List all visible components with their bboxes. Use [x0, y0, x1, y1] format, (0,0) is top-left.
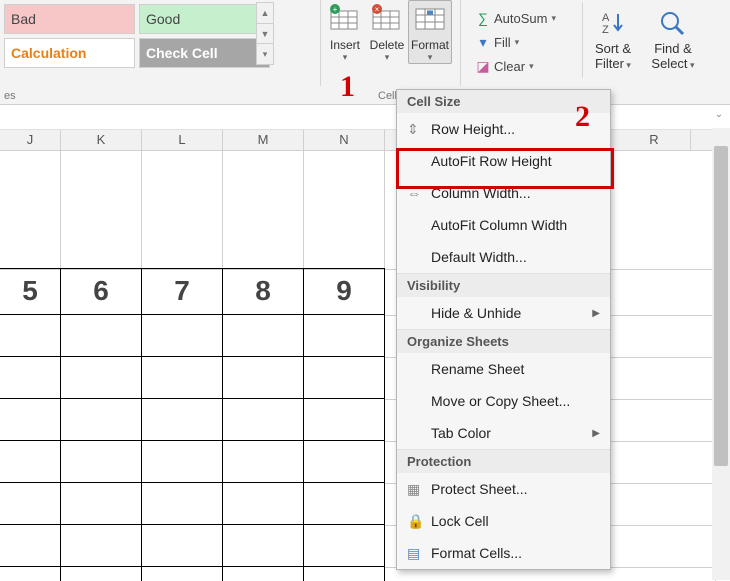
menu-lock-cell[interactable]: 🔒 Lock Cell	[397, 505, 610, 537]
insert-cells-icon: +	[328, 4, 362, 34]
sort-az-icon: A Z	[596, 8, 630, 38]
delete-cells-icon: ×	[370, 4, 404, 34]
menu-hide-unhide[interactable]: Hide & Unhide ▶	[397, 297, 610, 329]
grid-row	[0, 357, 730, 399]
format-menu: Cell Size ⇕ Row Height... AutoFit Row He…	[396, 89, 611, 570]
submenu-arrow-icon: ▶	[592, 308, 600, 319]
data-row: 5 6 7 8 9	[0, 269, 730, 315]
cell[interactable]: 6	[60, 268, 142, 315]
insert-button[interactable]: + Insert ▾	[324, 0, 366, 64]
sigma-icon: ∑	[472, 10, 494, 26]
chevron-down-icon: ▾	[529, 61, 534, 72]
format-button[interactable]: Format ▾	[408, 0, 452, 64]
column-width-icon: ⇔	[407, 185, 431, 201]
grid-row	[0, 315, 730, 357]
clear-button[interactable]: ◪ Clear ▾	[472, 54, 582, 78]
fill-label: Fill	[494, 35, 511, 50]
svg-text:Z: Z	[602, 24, 609, 36]
col-header-M[interactable]: M	[223, 130, 304, 150]
cell[interactable]: 9	[303, 268, 385, 315]
editing-group: ∑ AutoSum ▾ ▾ Fill ▾ ◪ Clear ▾ A Z Sort …	[472, 2, 724, 78]
col-header-J[interactable]: J	[0, 130, 61, 150]
fill-button[interactable]: ▾ Fill ▾	[472, 30, 582, 54]
format-cells-icon	[413, 4, 447, 34]
column-header-row: J K L M N R	[0, 130, 730, 151]
grid-row	[0, 567, 730, 581]
style-check-cell[interactable]: Check Cell	[139, 38, 270, 68]
chevron-down-icon: ▾	[624, 60, 631, 70]
menu-autofit-column-width[interactable]: AutoFit Column Width	[397, 209, 610, 241]
insert-label: Insert	[324, 38, 366, 52]
expand-formula-bar-icon[interactable]: ⌄	[710, 109, 728, 125]
submenu-arrow-icon: ▶	[592, 428, 600, 439]
menu-default-width[interactable]: Default Width...	[397, 241, 610, 273]
find-select-button[interactable]: Find & Select ▾	[643, 2, 703, 78]
lock-icon: 🔒	[407, 513, 431, 530]
format-cells-dialog-icon: ▤	[407, 545, 431, 562]
magnifier-icon	[656, 8, 690, 38]
grid-row	[0, 441, 730, 483]
col-header-L[interactable]: L	[142, 130, 223, 150]
delete-label: Delete	[366, 38, 408, 52]
menu-section-visibility: Visibility	[397, 273, 610, 297]
grid-row	[0, 399, 730, 441]
chevron-up-icon[interactable]: ▲	[256, 2, 274, 24]
gallery-expand-icon[interactable]: ▾	[256, 43, 274, 65]
menu-protect-sheet[interactable]: ▦ Protect Sheet...	[397, 473, 610, 505]
delete-button[interactable]: × Delete ▾	[366, 0, 408, 64]
annotation-2: 2	[575, 100, 590, 134]
ribbon: Bad Good Calculation Check Cell ▲ ▼ ▾ +	[0, 0, 730, 105]
annotation-1: 1	[340, 70, 355, 104]
col-header-N[interactable]: N	[304, 130, 385, 150]
chevron-down-icon[interactable]: ▼	[256, 23, 274, 45]
autosum-label: AutoSum	[494, 11, 547, 26]
cell[interactable]: 5	[0, 268, 61, 315]
chevron-down-icon: ▾	[324, 52, 366, 63]
svg-text:×: ×	[375, 5, 380, 14]
sort-filter-button[interactable]: A Z Sort & Filter ▾	[583, 2, 643, 78]
cells-group: + Insert ▾ × Delete ▾	[324, 0, 454, 64]
fill-down-icon: ▾	[472, 34, 494, 51]
chevron-down-icon: ▾	[551, 13, 556, 24]
chevron-down-icon: ▾	[688, 60, 695, 70]
eraser-icon: ◪	[472, 58, 494, 75]
grid-row	[0, 483, 730, 525]
menu-format-cells[interactable]: ▤ Format Cells...	[397, 537, 610, 569]
col-header-R[interactable]: R	[618, 130, 691, 150]
style-good[interactable]: Good	[139, 4, 270, 34]
cell[interactable]: 7	[141, 268, 223, 315]
style-bad[interactable]: Bad	[4, 4, 135, 34]
styles-group-label: es	[4, 90, 16, 102]
chevron-down-icon: ▾	[409, 52, 451, 63]
autosum-button[interactable]: ∑ AutoSum ▾	[472, 6, 582, 30]
menu-section-protection: Protection	[397, 449, 610, 473]
menu-tab-color[interactable]: Tab Color ▶	[397, 417, 610, 449]
worksheet-grid[interactable]: 5 6 7 8 9	[0, 151, 730, 581]
protect-sheet-icon: ▦	[407, 481, 431, 498]
scrollbar-thumb[interactable]	[714, 146, 728, 466]
clear-label: Clear	[494, 59, 525, 74]
menu-column-width[interactable]: ⇔ Column Width...	[397, 177, 610, 209]
format-label: Format	[409, 38, 451, 52]
styles-gallery-scroll[interactable]: ▲ ▼ ▾	[256, 2, 274, 64]
menu-section-organize: Organize Sheets	[397, 329, 610, 353]
chevron-down-icon: ▾	[515, 37, 520, 48]
svg-text:A: A	[602, 12, 610, 24]
chevron-down-icon: ▾	[366, 52, 408, 63]
col-header-K[interactable]: K	[61, 130, 142, 150]
menu-autofit-row-height[interactable]: AutoFit Row Height	[397, 145, 610, 177]
cell[interactable]: 8	[222, 268, 304, 315]
menu-rename-sheet[interactable]: Rename Sheet	[397, 353, 610, 385]
menu-move-copy-sheet[interactable]: Move or Copy Sheet...	[397, 385, 610, 417]
grid-row	[0, 525, 730, 567]
formula-bar[interactable]: ⌄	[0, 105, 730, 130]
style-calculation[interactable]: Calculation	[4, 38, 135, 68]
vertical-scrollbar[interactable]	[712, 128, 730, 580]
cell-styles-gallery[interactable]: Bad Good Calculation Check Cell ▲ ▼ ▾	[0, 0, 272, 70]
svg-text:+: +	[333, 5, 338, 14]
row-height-icon: ⇕	[407, 121, 431, 138]
